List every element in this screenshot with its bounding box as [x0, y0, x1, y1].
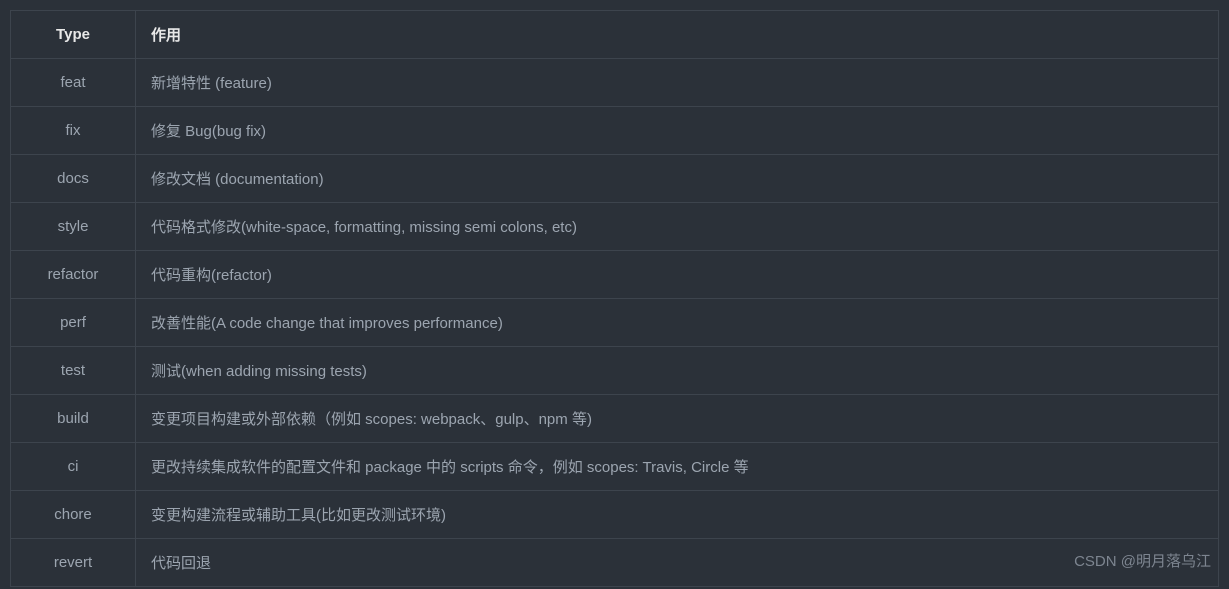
- cell-type: revert: [11, 539, 136, 587]
- table-row: refactor 代码重构(refactor): [11, 251, 1219, 299]
- table-row: revert 代码回退: [11, 539, 1219, 587]
- table-row: feat 新增特性 (feature): [11, 59, 1219, 107]
- table-header-row: Type 作用: [11, 11, 1219, 59]
- commit-type-table: Type 作用 feat 新增特性 (feature) fix 修复 Bug(b…: [10, 10, 1219, 587]
- cell-description: 测试(when adding missing tests): [136, 347, 1219, 395]
- cell-description: 改善性能(A code change that improves perform…: [136, 299, 1219, 347]
- cell-description: 变更构建流程或辅助工具(比如更改测试环境): [136, 491, 1219, 539]
- cell-description: 变更项目构建或外部依赖（例如 scopes: webpack、gulp、npm …: [136, 395, 1219, 443]
- cell-description: 代码重构(refactor): [136, 251, 1219, 299]
- table-row: perf 改善性能(A code change that improves pe…: [11, 299, 1219, 347]
- table-row: docs 修改文档 (documentation): [11, 155, 1219, 203]
- header-type: Type: [11, 11, 136, 59]
- table-row: build 变更项目构建或外部依赖（例如 scopes: webpack、gul…: [11, 395, 1219, 443]
- cell-description: 更改持续集成软件的配置文件和 package 中的 scripts 命令，例如 …: [136, 443, 1219, 491]
- table-row: fix 修复 Bug(bug fix): [11, 107, 1219, 155]
- cell-type: chore: [11, 491, 136, 539]
- cell-description: 代码回退: [136, 539, 1219, 587]
- cell-type: perf: [11, 299, 136, 347]
- cell-description: 修改文档 (documentation): [136, 155, 1219, 203]
- watermark: CSDN @明月落乌江: [1074, 550, 1211, 571]
- cell-type: test: [11, 347, 136, 395]
- table-row: style 代码格式修改(white-space, formatting, mi…: [11, 203, 1219, 251]
- table-row: test 测试(when adding missing tests): [11, 347, 1219, 395]
- cell-type: feat: [11, 59, 136, 107]
- header-description: 作用: [136, 11, 1219, 59]
- cell-type: fix: [11, 107, 136, 155]
- table-row: chore 变更构建流程或辅助工具(比如更改测试环境): [11, 491, 1219, 539]
- cell-type: build: [11, 395, 136, 443]
- cell-type: ci: [11, 443, 136, 491]
- cell-description: 新增特性 (feature): [136, 59, 1219, 107]
- cell-description: 修复 Bug(bug fix): [136, 107, 1219, 155]
- cell-type: style: [11, 203, 136, 251]
- cell-description: 代码格式修改(white-space, formatting, missing …: [136, 203, 1219, 251]
- cell-type: docs: [11, 155, 136, 203]
- cell-type: refactor: [11, 251, 136, 299]
- table-row: ci 更改持续集成软件的配置文件和 package 中的 scripts 命令，…: [11, 443, 1219, 491]
